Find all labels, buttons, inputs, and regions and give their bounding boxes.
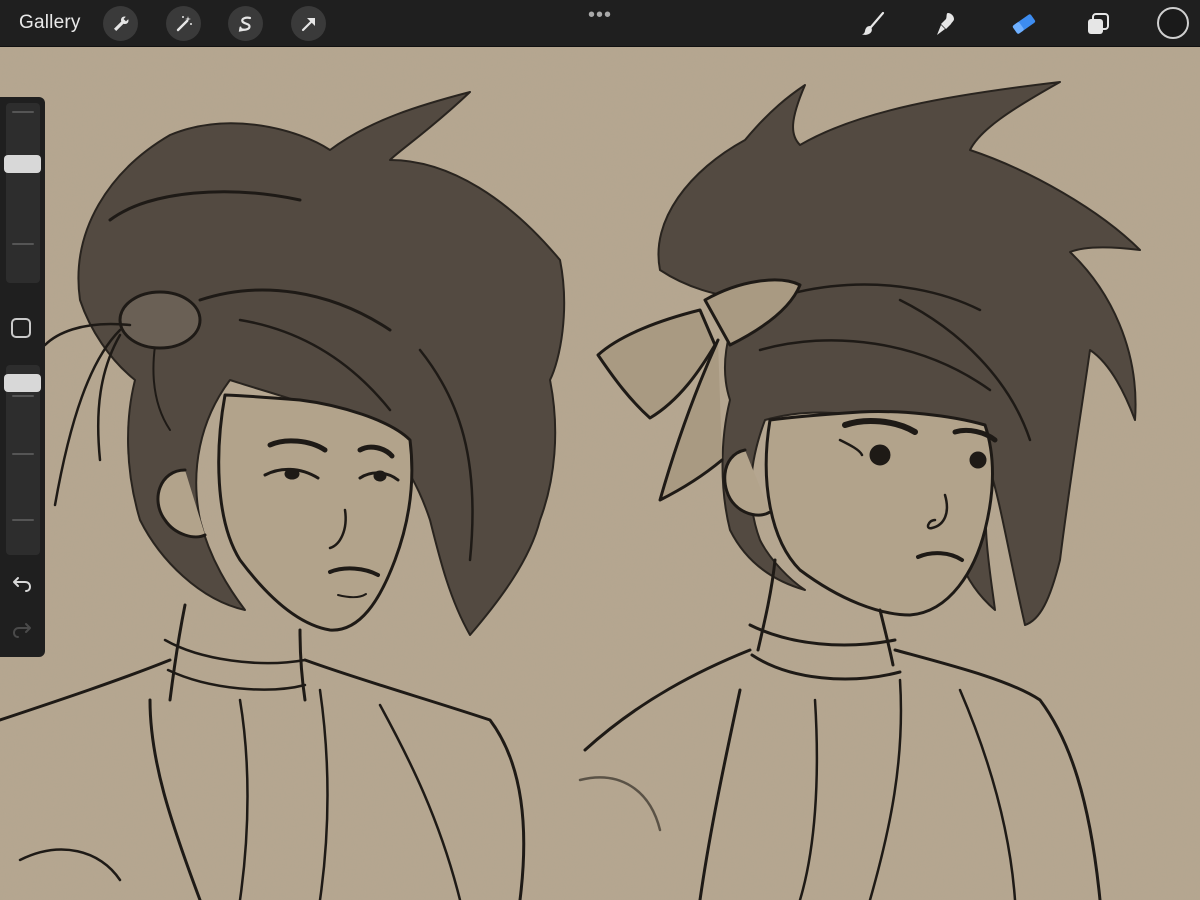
- undo-button[interactable]: [10, 571, 34, 595]
- magic-wand-icon: [176, 15, 192, 31]
- redo-icon: [12, 623, 31, 638]
- color-picker-button[interactable]: [1157, 7, 1189, 39]
- smudge-tool-button[interactable]: [928, 6, 964, 42]
- slider-tick: [12, 453, 34, 455]
- layers-button[interactable]: [1080, 6, 1116, 42]
- square-modify-icon[interactable]: [11, 318, 31, 338]
- transform-arrow-icon: [301, 17, 315, 31]
- sketch-artwork: [0, 47, 1200, 900]
- opacity-thumb[interactable]: [4, 373, 41, 392]
- brush-icon: [862, 11, 885, 35]
- slider-tick: [12, 519, 34, 521]
- brush-size-thumb[interactable]: [4, 154, 41, 173]
- selection-button[interactable]: [228, 6, 263, 41]
- selection-icon: [238, 16, 251, 32]
- more-options-button[interactable]: •••: [588, 4, 612, 27]
- layers-icon: [1088, 13, 1109, 34]
- wrench-icon: [113, 16, 128, 31]
- adjustments-button[interactable]: [166, 6, 201, 41]
- slider-tick: [12, 395, 34, 397]
- slider-tick: [12, 243, 34, 245]
- actions-button[interactable]: [103, 6, 138, 41]
- eraser-icon: [1012, 14, 1036, 34]
- eraser-tool-button[interactable]: [1006, 6, 1042, 42]
- gallery-button[interactable]: Gallery: [19, 12, 81, 34]
- top-toolbar: Gallery •••: [0, 0, 1200, 47]
- undo-icon: [13, 577, 32, 592]
- opacity-slider[interactable]: [6, 365, 40, 555]
- brush-tool-button[interactable]: [855, 6, 891, 42]
- redo-button[interactable]: [10, 617, 34, 641]
- side-toolbar: [0, 97, 45, 657]
- drawing-canvas[interactable]: [0, 47, 1200, 900]
- smudge-icon: [937, 13, 954, 35]
- transform-button[interactable]: [291, 6, 326, 41]
- brush-size-slider[interactable]: [6, 103, 40, 283]
- slider-tick: [12, 111, 34, 113]
